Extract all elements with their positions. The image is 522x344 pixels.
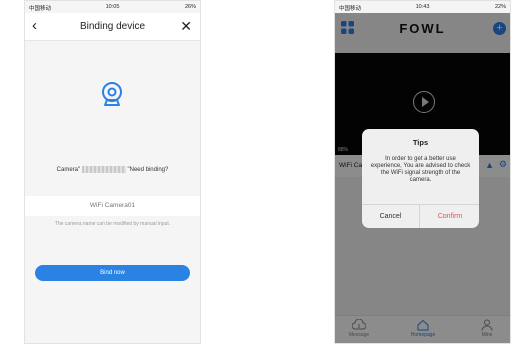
battery-level: 22% bbox=[494, 4, 506, 10]
dialog-buttons: Cancel Confirm bbox=[362, 204, 479, 228]
redacted-camera-id bbox=[81, 166, 126, 173]
tips-dialog: Tips In order to get a better use experi… bbox=[362, 129, 479, 228]
binding-question: Camera" "Need binding? bbox=[25, 166, 200, 173]
status-time: 10:43 bbox=[415, 4, 430, 10]
close-icon[interactable]: ✕ bbox=[180, 18, 192, 34]
bind-now-button[interactable]: Bind now bbox=[35, 265, 190, 281]
status-time: 10:05 bbox=[105, 4, 120, 10]
camera-name-hint: The camera name can be modified by manua… bbox=[54, 221, 171, 227]
homepage-screen: 中国移动 10:43 22% FOWL + 88% WiFi Ca ▲ ⚙ Me… bbox=[334, 0, 511, 344]
status-bar: 中国移动 10:05 26% bbox=[25, 1, 200, 13]
dialog-message: In order to get a better use experience,… bbox=[370, 156, 471, 183]
confirm-button[interactable]: Confirm bbox=[421, 205, 479, 228]
camera-name-field[interactable]: WiFi Camera01 bbox=[25, 196, 200, 216]
binding-device-screen: 中国移动 10:05 26% ‹ Binding device ✕ Camera… bbox=[24, 0, 201, 344]
status-bar: 中国移动 10:43 22% bbox=[335, 1, 510, 13]
battery-level: 26% bbox=[184, 4, 196, 10]
camera-icon bbox=[102, 82, 122, 106]
nav-bar: ‹ Binding device ✕ bbox=[25, 13, 200, 41]
question-prefix: Camera" bbox=[56, 167, 81, 174]
cancel-button[interactable]: Cancel bbox=[362, 205, 420, 228]
page-title: Binding device bbox=[79, 21, 146, 32]
dialog-title: Tips bbox=[412, 138, 429, 147]
question-suffix: "Need binding? bbox=[127, 167, 169, 174]
